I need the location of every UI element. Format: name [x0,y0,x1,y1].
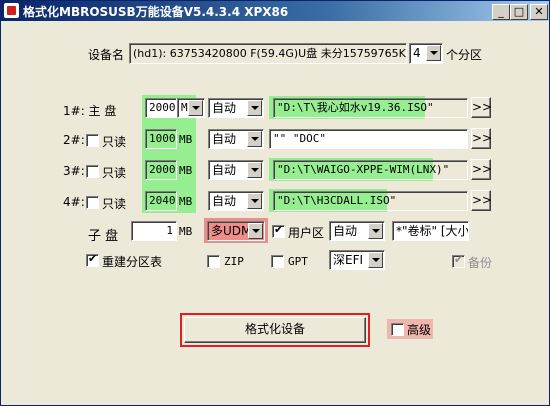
partition-1-unit-select[interactable]: M [177,98,205,118]
backup-checkbox [452,253,465,268]
partition-3-label: 3#: [63,164,85,178]
main-window: 格式化MBROSUSB万能设备V5.4.3.4 XPX86 _ □ ✕ 设备名 … [0,0,550,406]
partition-3-mode-select[interactable]: 自动 [208,160,264,180]
partition-4-size[interactable]: 2040 [145,191,177,211]
partition-4-readonly-checkbox[interactable] [86,196,99,209]
partition-2-browse-button[interactable]: >> [471,128,492,149]
partition-1-mode-select[interactable]: 自动 [208,98,264,118]
partition-3-unit: MB [179,164,193,177]
chevron-down-icon[interactable] [368,252,383,268]
partition-3-readonly-checkbox[interactable] [86,165,99,178]
partition-count-suffix: 个分区 [446,48,483,62]
title-bar[interactable]: 格式化MBROSUSB万能设备V5.4.3.4 XPX86 _ □ ✕ [1,1,549,21]
rebuild-partition-checkbox[interactable] [86,252,99,267]
user-area-checkbox[interactable] [272,223,285,238]
sub-disk-mode-select[interactable]: 多UDM第 [207,221,265,241]
partition-2-mode-select[interactable]: 自动 [208,129,264,149]
rebuild-partition-label: 重建分区表 [102,255,163,269]
partition-1-mode: 自动 [212,101,237,115]
user-area-mode-select[interactable]: 自动 [329,221,385,241]
partition-1-size[interactable]: 2000 [145,98,177,118]
device-label: 设备名 [88,48,125,62]
backup-label: 备份 [468,256,493,270]
partition-3-browse-button[interactable]: >> [471,159,492,180]
efi-mode: 深EFI [333,253,364,267]
partition-2-path[interactable]: "" "DOC" [269,129,468,149]
zip-checkbox[interactable] [207,255,220,268]
user-area-mode: 自动 [333,224,358,238]
partition-4-mode: 自动 [212,194,237,208]
sub-disk-label: 子 盘 [88,229,119,244]
partition-1-unit: M [181,101,188,114]
partition-2-readonly-label: 只读 [102,135,127,149]
gpt-label: GPT [288,255,308,268]
gpt-checkbox[interactable] [271,255,284,268]
advanced-checkbox[interactable] [391,323,404,336]
partition-3-size[interactable]: 2000 [145,160,177,180]
partition-2-mode: 自动 [212,132,237,146]
app-icon [4,3,19,18]
maximize-button[interactable]: □ [510,4,528,20]
partition-2-size[interactable]: 1000 [145,129,177,149]
partition-3-readonly-label: 只读 [102,166,127,180]
partition-3-mode: 自动 [212,163,237,177]
user-area-label: 用户区 [288,226,325,240]
advanced-label: 高级 [407,323,432,337]
partition-4-mode-select[interactable]: 自动 [208,191,264,211]
partition-4-readonly-label: 只读 [102,197,127,211]
zip-label: ZIP [224,255,244,268]
partition-1-label: 1#: 主 盘 [63,104,117,118]
chevron-down-icon[interactable] [247,100,262,116]
partition-1-path[interactable]: "D:\T\我心如水v19.36.ISO" [273,98,468,118]
sub-disk-size[interactable]: 1 [131,221,177,241]
chevron-down-icon[interactable] [247,193,262,209]
chevron-down-icon[interactable] [247,162,262,178]
minimize-button[interactable]: _ [492,4,510,20]
partition-3-path[interactable]: "D:\T\WAIGO-XPPE-WIM(LNX)" [273,160,468,180]
partition-4-label: 4#: [63,195,85,209]
efi-mode-select[interactable]: 深EFI [329,250,385,270]
partition-count-value: 4 [413,46,421,60]
device-name-field: (hd1): 63753420800 F(59.4G)U盘 未分15759765… [129,43,407,64]
volume-label-field[interactable]: *"卷标" [大小 [392,221,469,241]
sub-disk-unit: MB [179,225,193,238]
partition-count-select[interactable]: 4 [409,43,443,64]
chevron-down-icon[interactable] [426,45,441,61]
partition-2-readonly-checkbox[interactable] [86,134,99,147]
close-button[interactable]: ✕ [530,4,548,20]
partition-4-path[interactable]: "D:\T\H3CDALL.ISO" [273,191,468,211]
partition-4-unit: MB [179,195,193,208]
format-device-button[interactable]: 格式化设备 [184,317,366,343]
partition-2-label: 2#: [63,133,85,147]
partition-1-browse-button[interactable]: >> [471,97,492,118]
chevron-down-icon[interactable] [247,131,262,147]
chevron-down-icon[interactable] [368,223,383,239]
partition-2-unit: MB [179,133,193,146]
chevron-down-icon[interactable] [248,223,263,239]
partition-4-browse-button[interactable]: >> [471,190,492,211]
window-title: 格式化MBROSUSB万能设备V5.4.3.4 XPX86 [23,5,289,19]
chevron-down-icon[interactable] [188,100,203,116]
